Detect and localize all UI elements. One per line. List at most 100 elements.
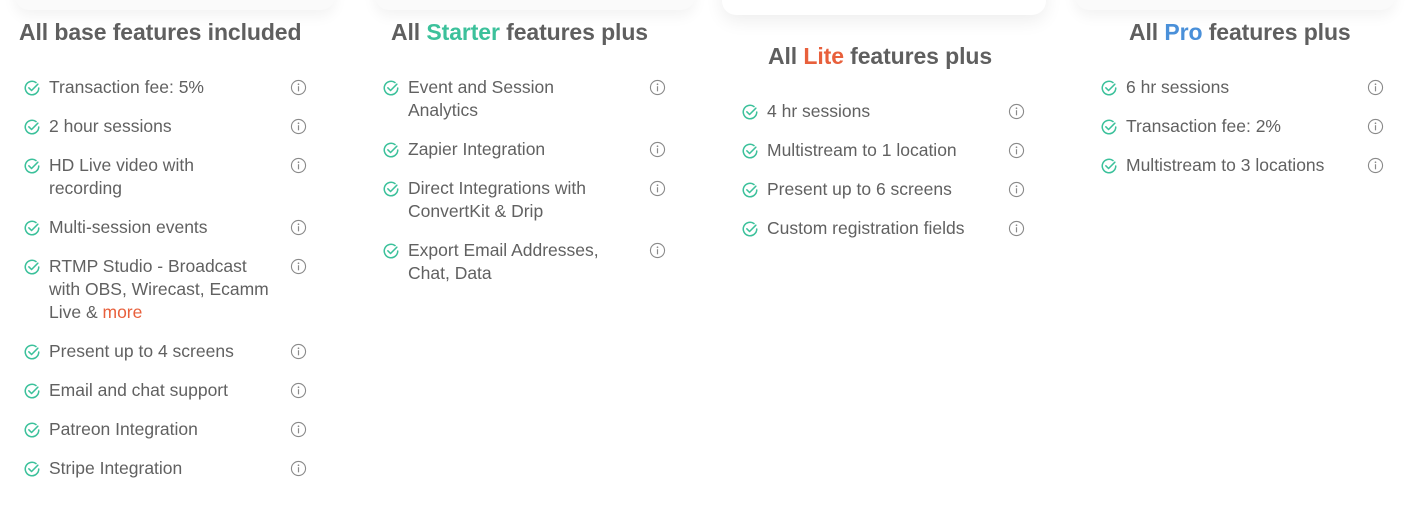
feature-item: Event and Session Analytics xyxy=(382,76,672,122)
feature-text: HD Live video with recording xyxy=(49,155,194,198)
info-icon[interactable] xyxy=(290,157,307,174)
column-heading: All base features included xyxy=(19,19,302,46)
column-heading: All Pro features plus xyxy=(1129,19,1351,46)
feature-text: Multistream to 3 locations xyxy=(1126,155,1325,175)
feature-item: 6 hr sessions xyxy=(1100,76,1390,99)
feature-text: Multistream to 1 location xyxy=(767,140,957,160)
feature-text: Custom registration fields xyxy=(767,218,965,238)
check-circle-icon xyxy=(1101,158,1117,174)
info-icon[interactable] xyxy=(290,219,307,236)
feature-item: Direct Integrations with ConvertKit & Dr… xyxy=(382,177,672,223)
feature-text: 4 hr sessions xyxy=(767,101,871,121)
check-circle-icon xyxy=(24,461,40,477)
plan-name-starter: Starter xyxy=(426,19,500,45)
info-icon[interactable] xyxy=(1008,220,1025,237)
feature-list: Event and Session Analytics Zapier Integ… xyxy=(382,76,672,301)
check-circle-icon xyxy=(24,158,40,174)
feature-list: 4 hr sessions Multistream to 1 location … xyxy=(741,100,1031,256)
info-icon[interactable] xyxy=(290,343,307,360)
info-icon[interactable] xyxy=(290,258,307,275)
check-circle-icon xyxy=(24,220,40,236)
check-circle-icon xyxy=(24,259,40,275)
info-icon[interactable] xyxy=(1008,142,1025,159)
feature-item: Multistream to 1 location xyxy=(741,139,1031,162)
feature-item: Stripe Integration xyxy=(23,457,308,480)
info-icon[interactable] xyxy=(1367,118,1384,135)
plan-name-pro: Pro xyxy=(1164,19,1203,45)
feature-item: Zapier Integration xyxy=(382,138,672,161)
feature-text-wrapper: RTMP Studio - Broadcast with OBS, Wireca… xyxy=(49,255,274,324)
feature-item: RTMP Studio - Broadcast with OBS, Wireca… xyxy=(23,255,308,324)
column-heading: All Starter features plus xyxy=(391,19,648,46)
heading-prefix: All xyxy=(1129,19,1165,45)
check-circle-icon xyxy=(383,243,399,259)
feature-text: Multi-session events xyxy=(49,217,208,237)
feature-item: Present up to 6 screens xyxy=(741,178,1031,201)
feature-text: 6 hr sessions xyxy=(1126,77,1230,97)
check-circle-icon xyxy=(24,383,40,399)
check-circle-icon xyxy=(1101,80,1117,96)
info-icon[interactable] xyxy=(649,79,666,96)
info-icon[interactable] xyxy=(290,421,307,438)
feature-item: Custom registration fields xyxy=(741,217,1031,240)
info-icon[interactable] xyxy=(1008,181,1025,198)
feature-text: Zapier Integration xyxy=(408,139,546,159)
info-icon[interactable] xyxy=(290,460,307,477)
plan-card-bottom-pro xyxy=(1075,0,1395,10)
heading-suffix: features plus xyxy=(843,43,993,69)
plan-card-bottom-starter xyxy=(375,0,695,10)
feature-text: Patreon Integration xyxy=(49,419,198,439)
feature-item: Patreon Integration xyxy=(23,418,308,441)
check-circle-icon xyxy=(742,182,758,198)
feature-item: 4 hr sessions xyxy=(741,100,1031,123)
plan-card-bottom-base xyxy=(15,0,335,10)
feature-item: Multi-session events xyxy=(23,216,308,239)
feature-list: 6 hr sessions Transaction fee: 2% Multis… xyxy=(1100,76,1390,193)
check-circle-icon xyxy=(383,181,399,197)
heading-prefix: All xyxy=(391,19,427,45)
feature-item: 2 hour sessions xyxy=(23,115,308,138)
info-icon[interactable] xyxy=(649,180,666,197)
check-circle-icon xyxy=(742,221,758,237)
feature-text: 2 hour sessions xyxy=(49,116,172,136)
feature-text: Transaction fee: 5% xyxy=(49,77,204,97)
check-circle-icon xyxy=(742,143,758,159)
plan-name-lite: Lite xyxy=(803,43,844,69)
feature-text: RTMP Studio - Broadcast with OBS, Wireca… xyxy=(49,256,269,322)
heading-suffix: features plus xyxy=(499,19,648,45)
feature-item: Transaction fee: 5% xyxy=(23,76,308,99)
feature-item: Multistream to 3 locations xyxy=(1100,154,1390,177)
check-circle-icon xyxy=(24,422,40,438)
feature-text: Present up to 4 screens xyxy=(49,341,234,361)
check-circle-icon xyxy=(24,80,40,96)
info-icon[interactable] xyxy=(290,79,307,96)
feature-item: Transaction fee: 2% xyxy=(1100,115,1390,138)
feature-text: Stripe Integration xyxy=(49,458,183,478)
plan-card-bottom-lite-featured xyxy=(722,0,1046,15)
heading-suffix: features plus xyxy=(1202,19,1351,45)
feature-item: Present up to 4 screens xyxy=(23,340,308,363)
more-link[interactable]: more xyxy=(103,302,143,322)
info-icon[interactable] xyxy=(649,141,666,158)
column-heading: All Lite features plus xyxy=(768,43,992,70)
info-icon[interactable] xyxy=(290,118,307,135)
feature-item: Email and chat support xyxy=(23,379,308,402)
heading-text: All base features included xyxy=(19,19,302,45)
feature-text: Present up to 6 screens xyxy=(767,179,952,199)
check-circle-icon xyxy=(1101,119,1117,135)
feature-item: Export Email Addresses, Chat, Data xyxy=(382,239,672,285)
info-icon[interactable] xyxy=(649,242,666,259)
info-icon[interactable] xyxy=(290,382,307,399)
info-icon[interactable] xyxy=(1367,79,1384,96)
check-circle-icon xyxy=(24,344,40,360)
check-circle-icon xyxy=(742,104,758,120)
feature-text: Direct Integrations with ConvertKit & Dr… xyxy=(408,178,586,221)
info-icon[interactable] xyxy=(1367,157,1384,174)
check-circle-icon xyxy=(383,142,399,158)
info-icon[interactable] xyxy=(1008,103,1025,120)
feature-item: HD Live video with recording xyxy=(23,154,308,200)
feature-text: Event and Session Analytics xyxy=(408,77,554,120)
check-circle-icon xyxy=(24,119,40,135)
feature-list: Transaction fee: 5% 2 hour sessions HD L… xyxy=(23,76,308,496)
heading-prefix: All xyxy=(768,43,804,69)
